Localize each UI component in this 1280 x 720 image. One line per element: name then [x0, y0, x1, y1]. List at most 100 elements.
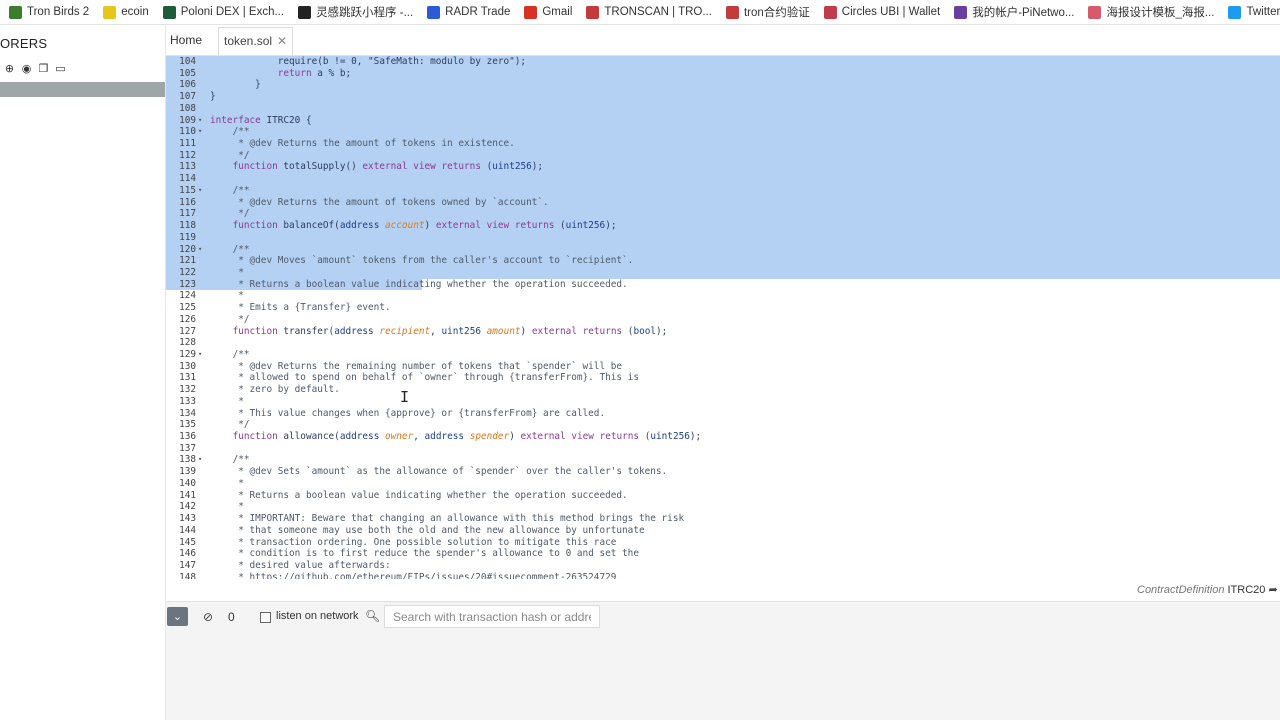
code-line[interactable]: 125 * Emits a {Transfer} event.	[166, 302, 1280, 314]
code-text: *	[210, 501, 244, 513]
code-line[interactable]: 136 function allowance(address owner, ad…	[166, 431, 1280, 443]
code-line[interactable]: 148 * https://github.com/ethereum/EIPs/i…	[166, 572, 1280, 579]
bookmark-item[interactable]: 我的帐户-PiNetwo...	[954, 0, 1079, 24]
code-line[interactable]: 124 *	[166, 290, 1280, 302]
code-line[interactable]: 120 ▾ /**	[166, 243, 1280, 256]
bookmark-item[interactable]: TRONSCAN | TRO...	[586, 0, 717, 24]
file-explorer-selected-item[interactable]	[0, 82, 165, 97]
terminal-output[interactable]	[166, 633, 1280, 720]
line-number: 147	[179, 559, 196, 571]
code-line[interactable]: 129 ▾ /**	[166, 349, 1280, 361]
fold-arrow-icon[interactable]: ▾	[198, 349, 206, 361]
code-line[interactable]: 132 * zero by default.	[166, 384, 1280, 396]
code-line[interactable]: 123 * Returns a boolean value indicating…	[166, 278, 1280, 291]
code-token: );	[689, 431, 702, 443]
tab-home[interactable]: Home	[170, 25, 202, 55]
code-line[interactable]: 105 return a % b;	[166, 67, 1280, 80]
code-line[interactable]: 126 */	[166, 314, 1280, 326]
code-token: external	[520, 431, 566, 443]
code-line[interactable]: 143 * IMPORTANT: Beware that changing an…	[166, 513, 1280, 525]
code-line[interactable]: 127 function transfer(address recipient,…	[166, 326, 1280, 338]
code-line[interactable]: 115 ▾ /**	[166, 184, 1280, 197]
bookmark-item[interactable]: Twitter	[1228, 0, 1280, 24]
code-line[interactable]: 142 *	[166, 501, 1280, 513]
fold-arrow-icon[interactable]: ▾	[198, 185, 206, 197]
code-line[interactable]: 135 */	[166, 419, 1280, 431]
code-line[interactable]: 138 ▾ /**	[166, 454, 1280, 466]
code-line[interactable]: 140 *	[166, 478, 1280, 490]
bookmark-item[interactable]: Gmail	[524, 0, 577, 24]
code-line[interactable]: 119	[166, 231, 1280, 244]
bookmark-item[interactable]: 海报设计模板_海报...	[1088, 0, 1219, 24]
line-number: 115	[179, 184, 196, 196]
code-token: /**	[210, 184, 250, 196]
code-line[interactable]: 104 require(b != 0, "SafeMath: modulo by…	[166, 56, 1280, 68]
code-line[interactable]: 117 */	[166, 208, 1280, 221]
bookmarks-bar: Tron Birds 2 ecoin Poloni DEX | Exch... 灵感跳…	[0, 0, 1280, 25]
fold-arrow-icon[interactable]: ▾	[198, 126, 206, 138]
folder-open-icon[interactable]: ▭	[54, 62, 67, 75]
double-chevron-down-icon[interactable]: ⌄	[167, 607, 188, 626]
code-line[interactable]: 107}	[166, 91, 1280, 103]
code-line[interactable]: 133 *	[166, 396, 1280, 408]
bookmark-item[interactable]: Poloni DEX | Exch...	[162, 0, 289, 24]
code-line[interactable]: 144 * that someone may use both the old …	[166, 525, 1280, 537]
code-token: */	[210, 419, 250, 431]
code-line[interactable]: 108	[166, 102, 1280, 115]
bookmark-item[interactable]: Tron Birds 2	[9, 0, 94, 24]
ban-circle-icon[interactable]: ⊘	[203, 610, 213, 624]
code-line[interactable]: 131 * allowed to spend on behalf of `own…	[166, 372, 1280, 384]
code-token: require(b != 0, "SafeMath: modulo by zer…	[210, 56, 527, 67]
close-icon[interactable]: ✕	[277, 34, 287, 48]
search-input[interactable]	[384, 605, 600, 628]
code-text: * This value changes when {approve} or {…	[210, 408, 605, 420]
code-line[interactable]: 134 * This value changes when {approve} …	[166, 408, 1280, 420]
code-line[interactable]: 139 * @dev Sets `amount` as the allowanc…	[166, 466, 1280, 478]
code-line[interactable]: 121 * @dev Moves `amount` tokens from th…	[166, 255, 1280, 267]
code-line[interactable]: 111 * @dev Returns the amount of tokens …	[166, 138, 1280, 150]
code-text: * condition is to first reduce the spend…	[210, 548, 639, 560]
fold-arrow-icon[interactable]: ▾	[198, 244, 206, 256]
code-line[interactable]: 112 */	[166, 149, 1280, 162]
bookmark-item[interactable]: 灵感跳跃小程序 -...	[298, 0, 418, 24]
plus-circle-icon[interactable]: ⊕	[3, 62, 16, 75]
code-token: function	[232, 431, 278, 443]
listen-checkbox[interactable]	[260, 612, 271, 623]
bookmark-item[interactable]: tron合约验证	[725, 0, 815, 24]
github-icon[interactable]: ◉	[20, 62, 33, 75]
line-number: 121	[179, 255, 196, 267]
code-line[interactable]: 146 * condition is to first reduce the s…	[166, 548, 1280, 560]
code-line[interactable]: 118 function balanceOf(address account) …	[166, 220, 1280, 232]
bookmark-item[interactable]: ecoin	[103, 0, 154, 24]
bookmark-item[interactable]: Circles UBI | Wallet	[823, 0, 945, 24]
bookmark-item[interactable]: RADR Trade	[427, 0, 515, 24]
copy-icon[interactable]: ❐	[37, 62, 50, 75]
code-token: uint256	[441, 325, 481, 337]
line-number: 110	[179, 126, 196, 138]
code-text: *	[210, 267, 244, 279]
code-line[interactable]: 110 ▾ /**	[166, 126, 1280, 139]
tab-token-sol[interactable]: token.sol ✕	[218, 27, 294, 55]
code-line[interactable]: 128	[166, 337, 1280, 349]
share-arrow-icon[interactable]: ➦	[1268, 583, 1277, 596]
code-line[interactable]: 113 function totalSupply() external view…	[166, 161, 1280, 174]
code-line[interactable]: 122 *	[166, 266, 1280, 279]
code-line[interactable]: 116 * @dev Returns the amount of tokens …	[166, 196, 1280, 209]
code-line[interactable]: 137	[166, 443, 1280, 455]
fold-arrow-icon[interactable]: ▾	[198, 454, 206, 466]
code-line[interactable]: 109 ▾ interface ITRC20 {	[166, 114, 1280, 127]
code-line[interactable]: 141 * Returns a boolean value indicating…	[166, 490, 1280, 502]
code-line[interactable]: 147 * desired value afterwards:	[166, 560, 1280, 572]
code-line[interactable]: 145 * transaction ordering. One possible…	[166, 537, 1280, 549]
code-editor[interactable]: 104 require(b != 0, "SafeMath: modulo by…	[166, 56, 1280, 579]
fold-arrow-icon[interactable]: ▾	[198, 115, 206, 127]
code-token: spender	[469, 431, 510, 443]
code-line[interactable]: 130 * @dev Returns the remaining number …	[166, 361, 1280, 373]
code-token: transfer(	[277, 325, 335, 337]
code-token: ITRC20 {	[260, 114, 312, 126]
code-line[interactable]: 114	[166, 173, 1280, 185]
code-line[interactable]: 106 }	[166, 79, 1280, 92]
line-number: 108	[179, 102, 196, 114]
code-text: *	[210, 290, 244, 302]
